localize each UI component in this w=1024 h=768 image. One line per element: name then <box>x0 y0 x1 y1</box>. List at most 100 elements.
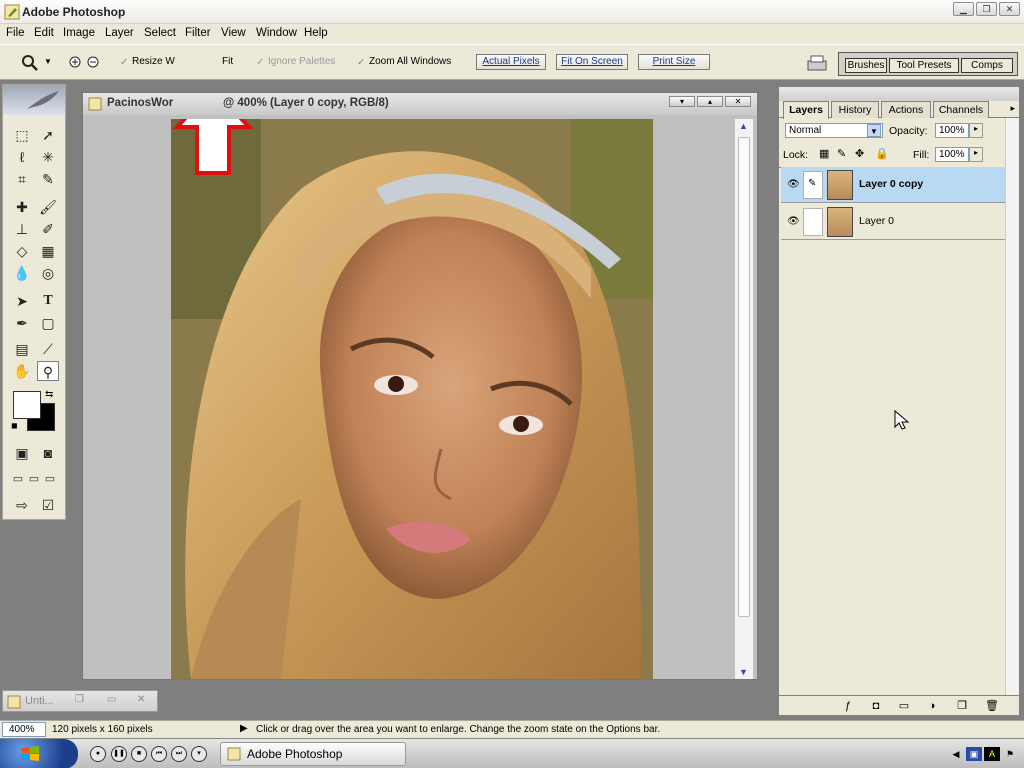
move-tool-icon[interactable]: ➚ <box>37 125 59 145</box>
gradient-tool-icon[interactable]: ▦ <box>37 241 59 261</box>
eye-icon[interactable]: 👁 <box>787 216 800 227</box>
media-menu-icon[interactable]: ▾ <box>191 746 207 762</box>
status-arrow-icon[interactable]: ▶ <box>240 723 248 734</box>
lock-all-icon[interactable]: 🔒 <box>875 147 889 160</box>
media-pause-icon[interactable]: ❚❚ <box>111 746 127 762</box>
palette-scrollbar[interactable] <box>1005 118 1019 698</box>
lasso-tool-icon[interactable]: ℓ <box>11 147 33 167</box>
pen-tool-icon[interactable]: ✒ <box>11 313 33 333</box>
ignore-palettes-checkbox[interactable]: ✓ Ignore Palettes <box>256 56 335 68</box>
taskbar-item-photoshop[interactable]: Adobe Photoshop <box>220 742 406 766</box>
minimize-button[interactable]: ▁ <box>953 2 974 16</box>
hand-tool-icon[interactable]: ✋ <box>11 361 33 381</box>
default-colors-icon[interactable]: ◼ <box>11 421 18 430</box>
scroll-thumb[interactable] <box>738 137 750 617</box>
eraser-tool-icon[interactable]: ◇ <box>11 241 33 261</box>
layer-thumbnail[interactable] <box>827 207 853 237</box>
opacity-input[interactable]: 100% <box>935 123 969 138</box>
layer-row[interactable]: 👁 ✎ Layer 0 copy <box>781 167 1005 203</box>
zoom-in-icon[interactable] <box>68 55 84 71</box>
screen-mode-full-icon[interactable]: ▭ <box>39 469 61 489</box>
chevron-down-icon[interactable]: ▼ <box>44 57 52 66</box>
tray-flag-icon[interactable]: ⚑ <box>1002 747 1018 761</box>
crop-tool-icon[interactable]: ⌗ <box>11 169 33 189</box>
fill-input[interactable]: 100% <box>935 147 969 162</box>
zoom-level-field[interactable]: 400% <box>2 722 46 737</box>
doc-maximize-button[interactable]: ▴ <box>697 96 723 107</box>
vertical-scrollbar[interactable]: ▲ ▼ <box>735 119 753 679</box>
eye-icon[interactable]: 👁 <box>787 179 800 190</box>
menu-help[interactable]: Help <box>304 27 328 39</box>
zoom-out-icon[interactable] <box>86 55 102 71</box>
lock-position-icon[interactable]: ✥ <box>855 147 864 160</box>
menu-view[interactable]: View <box>221 27 246 39</box>
shape-tool-icon[interactable]: ▢ <box>37 313 59 333</box>
clone-stamp-tool-icon[interactable]: ⊥ <box>11 219 33 239</box>
resize-windows-checkbox[interactable]: ✓ Resize W <box>120 56 175 68</box>
scroll-down-icon[interactable]: ▼ <box>739 667 748 677</box>
swap-colors-icon[interactable]: ⇆ <box>45 389 53 400</box>
menu-file[interactable]: File <box>6 27 25 39</box>
brush-tool-icon[interactable]: 🖌 <box>37 197 59 217</box>
restore-icon[interactable]: ❐ <box>75 694 84 705</box>
canvas-image[interactable] <box>171 119 653 679</box>
palette-menu-arrow-icon[interactable]: ▸ <box>1010 103 1015 114</box>
palette-titlebar[interactable] <box>779 87 1019 101</box>
menu-select[interactable]: Select <box>144 27 176 39</box>
media-stop-icon[interactable]: ● <box>90 746 106 762</box>
path-selection-tool-icon[interactable]: ➤ <box>11 291 33 311</box>
trash-icon[interactable]: 🗑 <box>985 699 999 713</box>
actual-pixels-button[interactable]: Actual Pixels <box>476 54 546 70</box>
doc-minimize-button[interactable]: ▾ <box>669 96 695 107</box>
document-titlebar[interactable]: PacinosWor @ 400% (Layer 0 copy, RGB/8) … <box>83 93 757 115</box>
zoom-tool-preset-icon[interactable] <box>20 53 40 73</box>
document-size-info[interactable]: 120 pixels x 160 pixels <box>52 724 153 735</box>
quick-mask-mode-icon[interactable]: ◙ <box>37 443 59 463</box>
layer-thumbnail[interactable] <box>827 170 853 200</box>
history-brush-tool-icon[interactable]: ✐ <box>37 219 59 239</box>
minimized-document-window[interactable]: Unti... ❐ ▭ ✕ <box>2 690 158 712</box>
doc-close-button[interactable]: ✕ <box>725 96 751 107</box>
media-next-icon[interactable]: ⏭ <box>171 746 187 762</box>
menu-layer[interactable]: Layer <box>105 27 134 39</box>
layer-style-icon[interactable]: ƒ <box>841 699 855 713</box>
tab-actions[interactable]: Actions <box>881 101 931 118</box>
print-size-button[interactable]: Print Size <box>638 54 710 70</box>
scroll-up-icon[interactable]: ▲ <box>739 121 748 131</box>
close-button[interactable]: ✕ <box>999 2 1020 16</box>
menu-filter[interactable]: Filter <box>185 27 211 39</box>
opacity-slider-toggle-icon[interactable]: ▸ <box>969 123 983 138</box>
tray-back-icon[interactable]: ◀ <box>948 747 964 761</box>
zoom-tool-icon[interactable]: ⚲ <box>37 361 59 381</box>
magic-wand-tool-icon[interactable]: ✳ <box>37 147 59 167</box>
start-button[interactable] <box>0 739 78 768</box>
blur-tool-icon[interactable]: 💧 <box>11 263 33 283</box>
tray-xp-icon[interactable]: ▣ <box>966 747 982 761</box>
fill-slider-toggle-icon[interactable]: ▸ <box>969 147 983 162</box>
dock-palette-icon[interactable] <box>806 53 828 73</box>
zoom-all-windows-checkbox[interactable]: ✓ Zoom All Windows <box>357 56 451 68</box>
layer-name[interactable]: Layer 0 <box>859 215 894 227</box>
layer-row[interactable]: 👁 Layer 0 <box>781 204 1005 240</box>
tab-layers[interactable]: Layers <box>783 101 829 119</box>
jump-to-imageready-icon[interactable]: ⇨ <box>11 495 33 515</box>
fit-on-screen-button[interactable]: Fit On Screen <box>556 54 628 70</box>
type-tool-icon[interactable]: T <box>37 291 59 311</box>
tray-ati-icon[interactable]: A <box>984 747 1000 761</box>
eyedropper-tool-icon[interactable]: ⟋ <box>37 339 59 359</box>
layer-brush-cell[interactable]: ✎ <box>803 171 823 199</box>
tab-channels[interactable]: Channels <box>933 101 989 118</box>
edit-in-imageready-icon[interactable]: ☑ <box>37 495 59 515</box>
healing-brush-tool-icon[interactable]: ✚ <box>11 197 33 217</box>
layer-mask-icon[interactable]: ◘ <box>869 699 883 713</box>
standard-mode-icon[interactable]: ▣ <box>11 443 33 463</box>
palette-well-tab-comps[interactable]: Comps <box>961 58 1013 73</box>
menu-edit[interactable]: Edit <box>34 27 54 39</box>
palette-well-tab-brushes[interactable]: Brushes <box>845 58 887 73</box>
new-group-icon[interactable]: ▭ <box>897 699 911 713</box>
tab-history[interactable]: History <box>831 101 879 118</box>
maximize-icon[interactable]: ▭ <box>107 694 116 705</box>
layer-name[interactable]: Layer 0 copy <box>859 178 923 190</box>
chevron-down-icon[interactable]: ▼ <box>867 124 881 137</box>
blend-mode-select[interactable]: Normal ▼ <box>785 123 883 138</box>
